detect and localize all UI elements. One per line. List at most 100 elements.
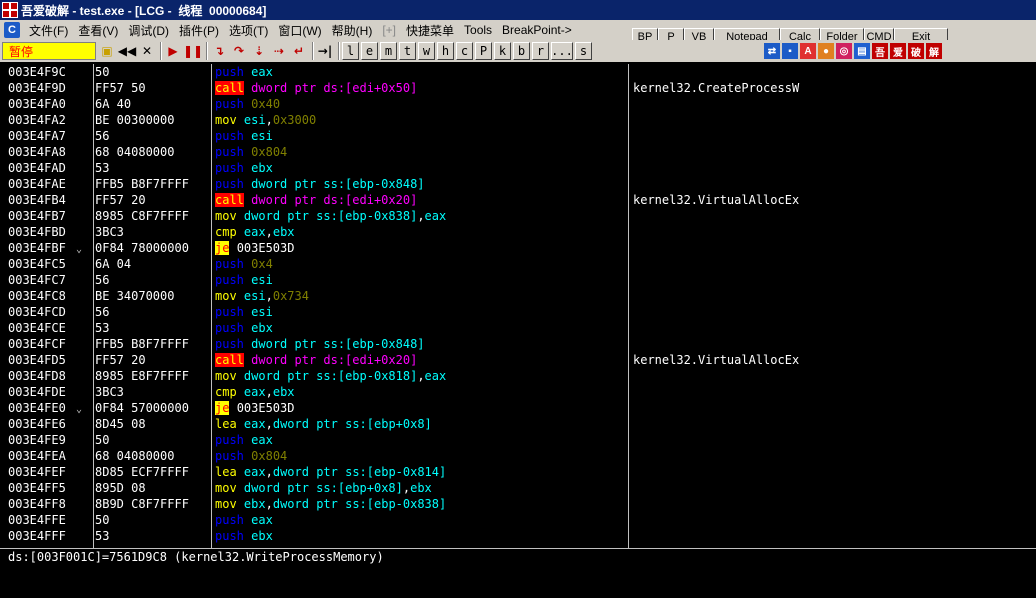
menu-expand[interactable]: [+] bbox=[377, 23, 401, 37]
disasm-row[interactable]: 003E4FCD 56 push esi bbox=[0, 304, 1036, 320]
brand-char-4: 解 bbox=[926, 43, 942, 59]
run-icon[interactable]: ▶ bbox=[164, 42, 182, 60]
operand: , bbox=[265, 113, 273, 127]
address: 003E4FFE bbox=[8, 513, 66, 527]
operand: , bbox=[417, 209, 425, 223]
operand: 0x734 bbox=[272, 289, 309, 303]
disasm-row[interactable]: 003E4FA2 BE 00300000 mov esi,0x3000 bbox=[0, 112, 1036, 128]
trace-over-icon[interactable]: ⇢ bbox=[270, 42, 288, 60]
cpu-window-icon[interactable]: C bbox=[4, 22, 20, 38]
goto-icon[interactable]: →| bbox=[316, 42, 334, 60]
threads-button[interactable]: t bbox=[399, 42, 416, 60]
plugin-d-icon[interactable]: ● bbox=[818, 43, 834, 59]
toolbar: 暂停 ▣ ◀◀ ✕ ▶ ❚❚ ↴ ↷ ⇣ ⇢ ↵ →| l e m t w h … bbox=[0, 40, 1036, 62]
disasm-row[interactable]: 003E4FA7 56 push esi bbox=[0, 128, 1036, 144]
instruction: push ebx bbox=[215, 528, 273, 544]
execute-till-return-icon[interactable]: ↵ bbox=[290, 42, 308, 60]
plugin-e-icon[interactable]: ◎ bbox=[836, 43, 852, 59]
instruction: mov dword ptr ss:[ebp+0x8],ebx bbox=[215, 480, 432, 496]
disasm-row[interactable]: 003E4F9D FF57 50 call dword ptr ds:[edi+0x… bbox=[0, 80, 1036, 96]
disasm-row[interactable]: 003E4FE9 50 push eax bbox=[0, 432, 1036, 448]
disasm-row[interactable]: 003E4FC7 56 push esi bbox=[0, 272, 1036, 288]
mnemonic: push bbox=[215, 145, 244, 159]
menu-window[interactable]: 窗口(W) bbox=[273, 22, 326, 39]
disasm-row[interactable]: 003E4FBD 3BC3 cmp eax,ebx bbox=[0, 224, 1036, 240]
plugin-b-icon[interactable]: ▪ bbox=[782, 43, 798, 59]
disasm-row[interactable]: 003E4FFF 53 push ebx bbox=[0, 528, 1036, 544]
instruction: je 003E503D bbox=[215, 400, 294, 416]
hex-dump: BE 00300000 bbox=[95, 113, 175, 127]
source-button[interactable]: s bbox=[575, 42, 592, 60]
instruction: push 0x4 bbox=[215, 256, 273, 272]
operand: esi bbox=[251, 273, 273, 287]
breakpoints-button[interactable]: b bbox=[513, 42, 530, 60]
windows-button[interactable]: w bbox=[418, 42, 435, 60]
disasm-row[interactable]: 003E4FCF FFB5 B8F7FFFF push dword ptr ss:[… bbox=[0, 336, 1036, 352]
disasm-row[interactable]: 003E4FD5 FF57 20 call dword ptr ds:[edi+0x… bbox=[0, 352, 1036, 368]
step-into-icon[interactable]: ↴ bbox=[210, 42, 228, 60]
disasm-row[interactable]: 003E4FA0 6A 40 push 0x40 bbox=[0, 96, 1036, 112]
disasm-row[interactable]: 003E4FF8 8B9D C8F7FFFF mov ebx,dword ptr s… bbox=[0, 496, 1036, 512]
menu-options[interactable]: 选项(T) bbox=[224, 22, 273, 39]
menu-tools[interactable]: Tools bbox=[459, 23, 497, 37]
plugin-a-icon[interactable]: ⇄ bbox=[764, 43, 780, 59]
patches-button[interactable]: P bbox=[475, 42, 492, 60]
address: 003E4FEF bbox=[8, 465, 66, 479]
disasm-row[interactable]: 003E4FF5 895D 08 mov dword ptr ss:[ebp+0x8… bbox=[0, 480, 1036, 496]
disasm-row[interactable]: 003E4FEF 8D85 ECF7FFFF lea eax,dword ptr s… bbox=[0, 464, 1036, 480]
log-window-button[interactable]: l bbox=[342, 42, 359, 60]
close-icon[interactable]: ✕ bbox=[138, 42, 156, 60]
disassembly-pane[interactable]: 003E4F9C 50 push eax 003E4F9D FF57 50 call dw… bbox=[0, 64, 1036, 548]
operand: , bbox=[265, 465, 273, 479]
menu-file[interactable]: 文件(F) bbox=[24, 22, 73, 39]
disasm-row[interactable]: 003E4FE6 8D45 08 lea eax,dword ptr ss:[ebp… bbox=[0, 416, 1036, 432]
menu-debug[interactable]: 调试(D) bbox=[123, 22, 174, 39]
references-button[interactable]: r bbox=[532, 42, 549, 60]
call-stack-button[interactable]: k bbox=[494, 42, 511, 60]
trace-into-icon[interactable]: ⇣ bbox=[250, 42, 268, 60]
memory-map-button[interactable]: m bbox=[380, 42, 397, 60]
hex-dump: FFB5 B8F7FFFF bbox=[95, 177, 189, 191]
disasm-row[interactable]: 003E4FAE FFB5 B8F7FFFF push dword ptr ss:[… bbox=[0, 176, 1036, 192]
mnemonic: mov bbox=[215, 497, 237, 511]
disasm-row[interactable]: 003E4FE0 ⌄ 0F84 57000000 je 003E503D bbox=[0, 400, 1036, 416]
step-over-icon[interactable]: ↷ bbox=[230, 42, 248, 60]
run-trace-button[interactable]: ... bbox=[551, 42, 573, 60]
disasm-row[interactable]: 003E4FFE 50 push eax bbox=[0, 512, 1036, 528]
hex-dump: 0F84 78000000 bbox=[95, 241, 189, 255]
menu-plugins[interactable]: 插件(P) bbox=[174, 22, 224, 39]
menu-help[interactable]: 帮助(H) bbox=[327, 22, 378, 39]
disasm-row[interactable]: 003E4F9C 50 push eax bbox=[0, 64, 1036, 80]
disasm-row[interactable]: 003E4FC5 6A 04 push 0x4 bbox=[0, 256, 1036, 272]
instruction: push dword ptr ss:[ebp-0x848] bbox=[215, 336, 425, 352]
disasm-row[interactable]: 003E4FBF ⌄ 0F84 78000000 je 003E503D bbox=[0, 240, 1036, 256]
disasm-row[interactable]: 003E4FAD 53 push ebx bbox=[0, 160, 1036, 176]
plugin-f-icon[interactable]: ▤ bbox=[854, 43, 870, 59]
disasm-row[interactable]: 003E4FA8 68 04080000 push 0x804 bbox=[0, 144, 1036, 160]
pause-icon[interactable]: ❚❚ bbox=[183, 42, 203, 60]
hex-dump: 53 bbox=[95, 321, 110, 335]
menu-shortcuts[interactable]: 快捷菜单 bbox=[401, 22, 459, 39]
operand: esi bbox=[243, 113, 266, 127]
disasm-row[interactable]: 003E4FD8 8985 E8F7FFFF mov dword ptr ss:[e… bbox=[0, 368, 1036, 384]
handles-button[interactable]: h bbox=[437, 42, 454, 60]
cpu-button[interactable]: c bbox=[456, 42, 473, 60]
menu-breakpoint[interactable]: BreakPoint-> bbox=[497, 23, 577, 37]
disasm-row[interactable]: 003E4FB7 8985 C8F7FFFF mov dword ptr ss:[e… bbox=[0, 208, 1036, 224]
open-icon[interactable]: ▣ bbox=[98, 42, 116, 60]
plugin-c-icon[interactable]: A bbox=[800, 43, 816, 59]
operand: dword ptr ss:[ebp-0x848] bbox=[251, 337, 425, 351]
menu-view[interactable]: 查看(V) bbox=[73, 22, 123, 39]
disasm-row[interactable]: 003E4FC8 BE 34070000 mov esi,0x734 bbox=[0, 288, 1036, 304]
disasm-row[interactable]: 003E4FDE 3BC3 cmp eax,ebx bbox=[0, 384, 1036, 400]
disasm-row[interactable]: 003E4FEA 68 04080000 push 0x804 bbox=[0, 448, 1036, 464]
instruction: push esi bbox=[215, 128, 273, 144]
instruction: mov esi,0x734 bbox=[215, 288, 309, 304]
modules-button[interactable]: e bbox=[361, 42, 378, 60]
address: 003E4F9C bbox=[8, 65, 66, 79]
address: 003E4FFF bbox=[8, 529, 66, 543]
rewind-icon[interactable]: ◀◀ bbox=[118, 42, 136, 60]
disasm-row[interactable]: 003E4FB4 FF57 20 call dword ptr ds:[edi+0x… bbox=[0, 192, 1036, 208]
mnemonic: mov bbox=[215, 369, 237, 383]
disasm-row[interactable]: 003E4FCE 53 push ebx bbox=[0, 320, 1036, 336]
